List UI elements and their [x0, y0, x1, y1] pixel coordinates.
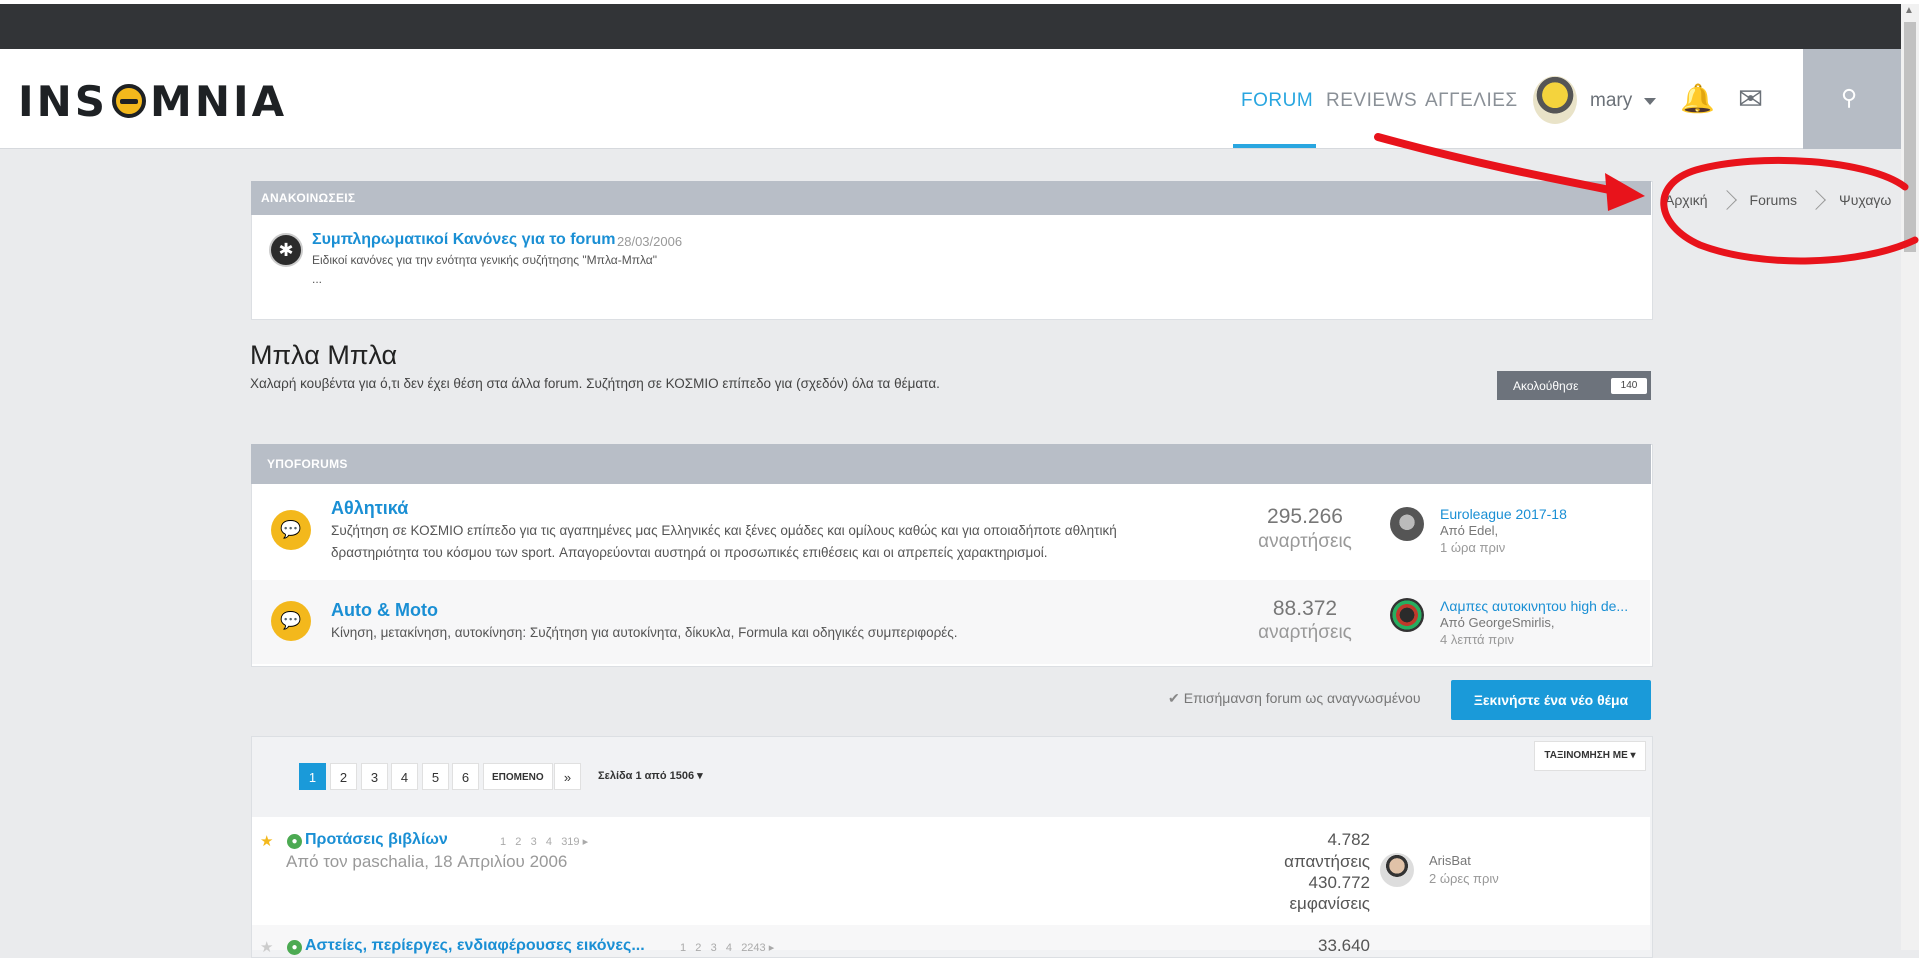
top-bar — [0, 4, 1901, 49]
subforum-description: Συζήτηση σε ΚΟΣΜΙΟ επίπεδο για τις αγαπη… — [331, 523, 1117, 560]
new-topic-button[interactable]: Ξεκινήστε ένα νέο θέμα — [1451, 680, 1651, 720]
subforum-post-count: 295.266 — [1267, 505, 1343, 528]
views-count: 430.772 — [1308, 873, 1370, 892]
page-link[interactable]: 3 — [361, 763, 388, 790]
breadcrumb: Αρχική Forums Ψυχαγω — [1665, 180, 1891, 220]
topic-page-links[interactable]: 1 2 3 4 2243 ▸ — [680, 941, 774, 954]
announcements-heading: ΑΝΑΚΟΙΝΩΣΕΙΣ — [251, 181, 1651, 215]
follow-count-badge: 140 — [1611, 378, 1647, 394]
last-post-author[interactable]: Από GeorgeSmirlis, — [1440, 615, 1554, 630]
chat-bubbles-icon: 💬 — [271, 510, 311, 550]
mail-icon[interactable]: ✉ — [1738, 82, 1763, 117]
topic-status-icon: ● — [287, 940, 302, 955]
topic-page-link[interactable]: 319 — [561, 836, 579, 848]
announcement-more: ... — [312, 272, 323, 286]
replies-count: 33.640 — [1318, 936, 1370, 955]
breadcrumb-separator — [1806, 190, 1826, 210]
subforum-post-label: αναρτήσεις — [1258, 622, 1352, 643]
chevron-down-icon[interactable] — [1644, 98, 1656, 105]
last-post-user[interactable]: ArisBat — [1429, 853, 1471, 868]
topic-page-link[interactable]: 2 — [695, 942, 701, 954]
topic-page-link[interactable]: 2 — [515, 836, 521, 848]
page-link[interactable]: 2 — [330, 763, 357, 790]
breadcrumb-home[interactable]: Αρχική — [1665, 192, 1708, 208]
username-menu[interactable]: mary — [1590, 90, 1632, 112]
topic-page-link[interactable]: 3 — [531, 836, 537, 848]
empire-logo-icon: ✱ — [269, 233, 303, 267]
subforums-heading: ΥΠΟFORUMS — [251, 444, 1651, 484]
topic-status-icon: ● — [287, 834, 302, 849]
subforum-post-label: αναρτήσεις — [1258, 531, 1352, 552]
nav-active-indicator — [1233, 144, 1316, 148]
topic-meta: Από τον paschalia, 18 Απριλίου 2006 — [286, 852, 568, 871]
bell-icon[interactable]: 🔔 — [1680, 82, 1715, 115]
topic-page-link[interactable]: 1 — [500, 836, 506, 848]
user-avatar[interactable] — [1533, 76, 1577, 124]
topic-page-link[interactable]: 1 — [680, 942, 686, 954]
subforum-description: Κίνηση, μετακίνηση, αυτοκίνηση: Συζήτηση… — [331, 625, 958, 640]
follow-label: Ακολούθησε — [1513, 378, 1579, 393]
star-icon[interactable]: ★ — [260, 832, 273, 850]
replies-count: 4.782 — [1327, 830, 1370, 849]
announcement-title-link[interactable]: Συμπληρωματικοί Κανόνες για το forum — [312, 231, 616, 249]
announcement-body: Ειδικοί κανόνες για την ενότητα γενικής … — [312, 253, 657, 267]
avatar[interactable] — [1390, 507, 1424, 541]
page-link[interactable]: 5 — [422, 763, 449, 790]
logo-o-icon — [112, 84, 147, 118]
scrollbar-thumb[interactable] — [1904, 22, 1916, 252]
last-post-link[interactable]: Euroleague 2017-18 — [1440, 506, 1567, 522]
page-jump-menu[interactable]: Σελίδα 1 από 1506 ▾ — [598, 769, 703, 782]
star-icon[interactable]: ★ — [260, 938, 273, 956]
forum-description: Χαλαρή κουβέντα για ό,τι δεν έχει θέση σ… — [250, 376, 940, 391]
announcement-date: 28/03/2006 — [617, 234, 683, 249]
nav-reviews[interactable]: REVIEWS — [1326, 90, 1417, 112]
topic-title-link[interactable]: Προτάσεις βιβλίων — [305, 831, 448, 849]
page-link[interactable]: 4 — [391, 763, 418, 790]
avatar[interactable] — [1380, 853, 1414, 887]
replies-label: απαντήσεις — [1284, 852, 1370, 871]
scroll-up-icon[interactable]: ▲ — [1904, 5, 1914, 16]
last-post-time: 4 λεπτά πριν — [1440, 632, 1514, 647]
search-icon: ⚲ — [1841, 85, 1858, 110]
mark-read-label: Επισήμανση forum ως αναγνωσμένου — [1183, 690, 1421, 706]
topic-title-link[interactable]: Αστείες, περίεργες, ενδιαφέρουσες εικόνε… — [305, 937, 645, 955]
check-icon: ✔ — [1168, 690, 1180, 706]
search-button[interactable]: ⚲ — [1803, 49, 1901, 149]
subforum-post-count: 88.372 — [1272, 597, 1338, 620]
last-post-author[interactable]: Από Edel, — [1440, 523, 1498, 538]
topic-page-link[interactable]: 4 — [546, 836, 552, 848]
topic-page-link[interactable]: 4 — [726, 942, 732, 954]
breadcrumb-separator — [1716, 190, 1737, 210]
page-link[interactable]: 1 — [299, 763, 326, 790]
topic-page-link[interactable]: 2243 — [741, 942, 765, 954]
subforum-name-link[interactable]: Auto & Moto — [331, 600, 438, 621]
chat-bubbles-icon: 💬 — [271, 601, 311, 641]
next-page-button[interactable]: ΕΠΟΜΕΝΟ — [483, 763, 553, 790]
subforum-name-link[interactable]: Αθλητικά — [331, 498, 408, 519]
last-post-link[interactable]: Λαμπες αυτοκινητου high de... — [1440, 598, 1628, 614]
nav-forum[interactable]: FORUM — [1241, 90, 1313, 112]
last-post-time: 2 ώρες πριν — [1429, 871, 1499, 886]
avatar[interactable] — [1390, 598, 1424, 632]
sort-by-label: ΤΑΞΙΝΟΜΗΣΗ ΜΕ — [1544, 750, 1628, 761]
sort-by-button[interactable]: ΤΑΞΙΝΟΜΗΣΗ ΜΕ ▾ — [1534, 741, 1646, 771]
topic-page-link[interactable]: 3 — [711, 942, 717, 954]
last-post-time: 1 ώρα πριν — [1440, 540, 1506, 555]
nav-aggelies[interactable]: ΑΓΓΕΛΙΕΣ — [1425, 90, 1518, 112]
page-info-label: Σελίδα 1 από 1506 — [598, 770, 695, 782]
page-link[interactable]: 6 — [452, 763, 479, 790]
breadcrumb-category[interactable]: Ψυχαγω — [1839, 192, 1891, 208]
topic-page-links[interactable]: 1 2 3 4 319 ▸ — [500, 835, 588, 848]
page-title: Μπλα Μπλα — [250, 340, 398, 370]
last-page-button[interactable]: » — [554, 763, 581, 790]
views-label: εμφανίσεις — [1289, 894, 1370, 913]
breadcrumb-forums[interactable]: Forums — [1750, 192, 1797, 208]
insomnia-logo[interactable]: INS MNIA — [18, 77, 287, 126]
mark-read-link[interactable]: ✔ Επισήμανση forum ως αναγνωσμένου — [1168, 690, 1421, 707]
